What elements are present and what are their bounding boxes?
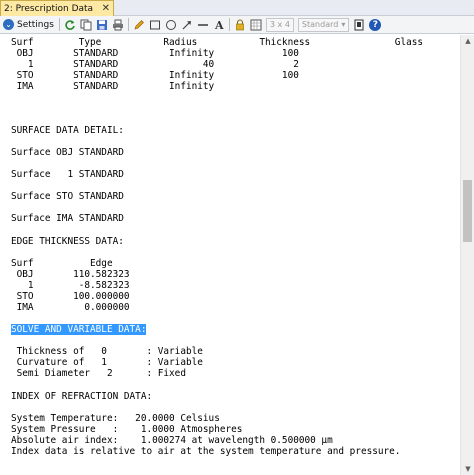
help-icon[interactable]: ? xyxy=(369,18,382,31)
index-row: Index data is relative to air at the sys… xyxy=(11,446,401,457)
solve-row: Curvature of 1 : Variable xyxy=(11,357,203,368)
rectangle-icon[interactable] xyxy=(148,18,162,32)
arrow-icon[interactable] xyxy=(180,18,194,32)
lock-icon[interactable] xyxy=(233,18,247,32)
view-label: Standard xyxy=(301,20,339,29)
settings-icon: ⌄ xyxy=(3,19,14,30)
index-refraction-title: INDEX OF REFRACTION DATA: xyxy=(11,391,153,402)
surface-row: STO STANDARD Infinity 100 xyxy=(11,70,299,81)
solve-variable-title[interactable]: SOLVE AND VARIABLE DATA: xyxy=(11,324,147,335)
surface-detail-line: Surface IMA STANDARD xyxy=(11,213,124,224)
surface-detail-title: SURFACE DATA DETAIL: xyxy=(11,125,124,136)
toolbar-separator xyxy=(228,18,230,31)
settings-label: Settings xyxy=(17,19,54,30)
scroll-up-icon[interactable]: ▲ xyxy=(461,35,474,47)
index-row: Absolute air index: 1.000274 at waveleng… xyxy=(11,435,333,446)
print-icon[interactable] xyxy=(111,18,125,32)
svg-text:A: A xyxy=(214,19,224,31)
scroll-down-icon[interactable]: ▼ xyxy=(461,463,474,475)
prescription-text: Surf Type Radius Thickness Glass Clear O… xyxy=(0,35,460,475)
close-icon[interactable]: ✕ xyxy=(102,2,110,15)
tab-prescription-data[interactable]: 2: Prescription Data ✕ xyxy=(0,0,114,16)
refresh-icon[interactable] xyxy=(63,18,77,32)
edge-row: IMA 0.000000 xyxy=(11,302,130,313)
save-icon[interactable] xyxy=(95,18,109,32)
edge-row: 1 -8.582323 xyxy=(11,280,130,291)
vertical-scrollbar[interactable]: ▲ ▼ xyxy=(460,35,474,475)
index-row: System Pressure : 1.0000 Atmospheres xyxy=(11,424,243,435)
configuration-dropdown[interactable]: 3 x 4 xyxy=(265,17,294,32)
scroll-thumb[interactable] xyxy=(463,180,472,242)
surface-row: IMA STANDARD Infinity 99.0 xyxy=(16,81,215,92)
surface-row: OBJ STANDARD Infinity 100 xyxy=(11,48,299,59)
copy-icon[interactable] xyxy=(79,18,93,32)
view-dropdown[interactable]: Standard ▾ xyxy=(297,17,350,32)
line-icon[interactable] xyxy=(196,18,210,32)
solve-row: Semi Diameter 2 : Fixed xyxy=(11,368,186,379)
circle-icon[interactable] xyxy=(164,18,178,32)
surface-table-header: Surf Type Radius Thickness Glass Clear xyxy=(11,37,424,48)
tab-label: 2: Prescription Data xyxy=(4,3,94,14)
tab-strip: 2: Prescription Data ✕ xyxy=(0,0,474,16)
surface-detail-line: Surface STO STANDARD xyxy=(11,191,124,202)
toolbar-separator xyxy=(58,18,60,31)
toolbar-separator xyxy=(127,18,129,31)
edge-table-header: Surf Edge xyxy=(11,258,113,269)
surface-detail-line: Surface OBJ STANDARD xyxy=(11,147,124,158)
surface-row: 1 STANDARD 40 2 54.20 xyxy=(27,59,299,70)
settings-button[interactable]: ⌄ Settings xyxy=(2,17,57,33)
toolbar: ⌄ Settings A 3 x 4 Standard ▾ ? xyxy=(0,16,474,34)
surface-detail-line: Surface 1 STANDARD xyxy=(11,169,124,180)
edge-thickness-title: EDGE THICKNESS DATA: xyxy=(11,236,124,247)
index-row: System Temperature: 20.0000 Celsius xyxy=(11,413,220,424)
window-icon[interactable] xyxy=(352,18,366,32)
solve-row: Thickness of 0 : Variable xyxy=(11,346,203,357)
chevron-down-icon: ▾ xyxy=(341,20,346,29)
edge-row: OBJ 110.582323 xyxy=(11,269,130,280)
edge-row: STO 100.000000 xyxy=(11,291,130,302)
pencil-icon[interactable] xyxy=(132,18,146,32)
text-icon[interactable]: A xyxy=(212,18,226,32)
layout-icon[interactable] xyxy=(249,18,263,32)
